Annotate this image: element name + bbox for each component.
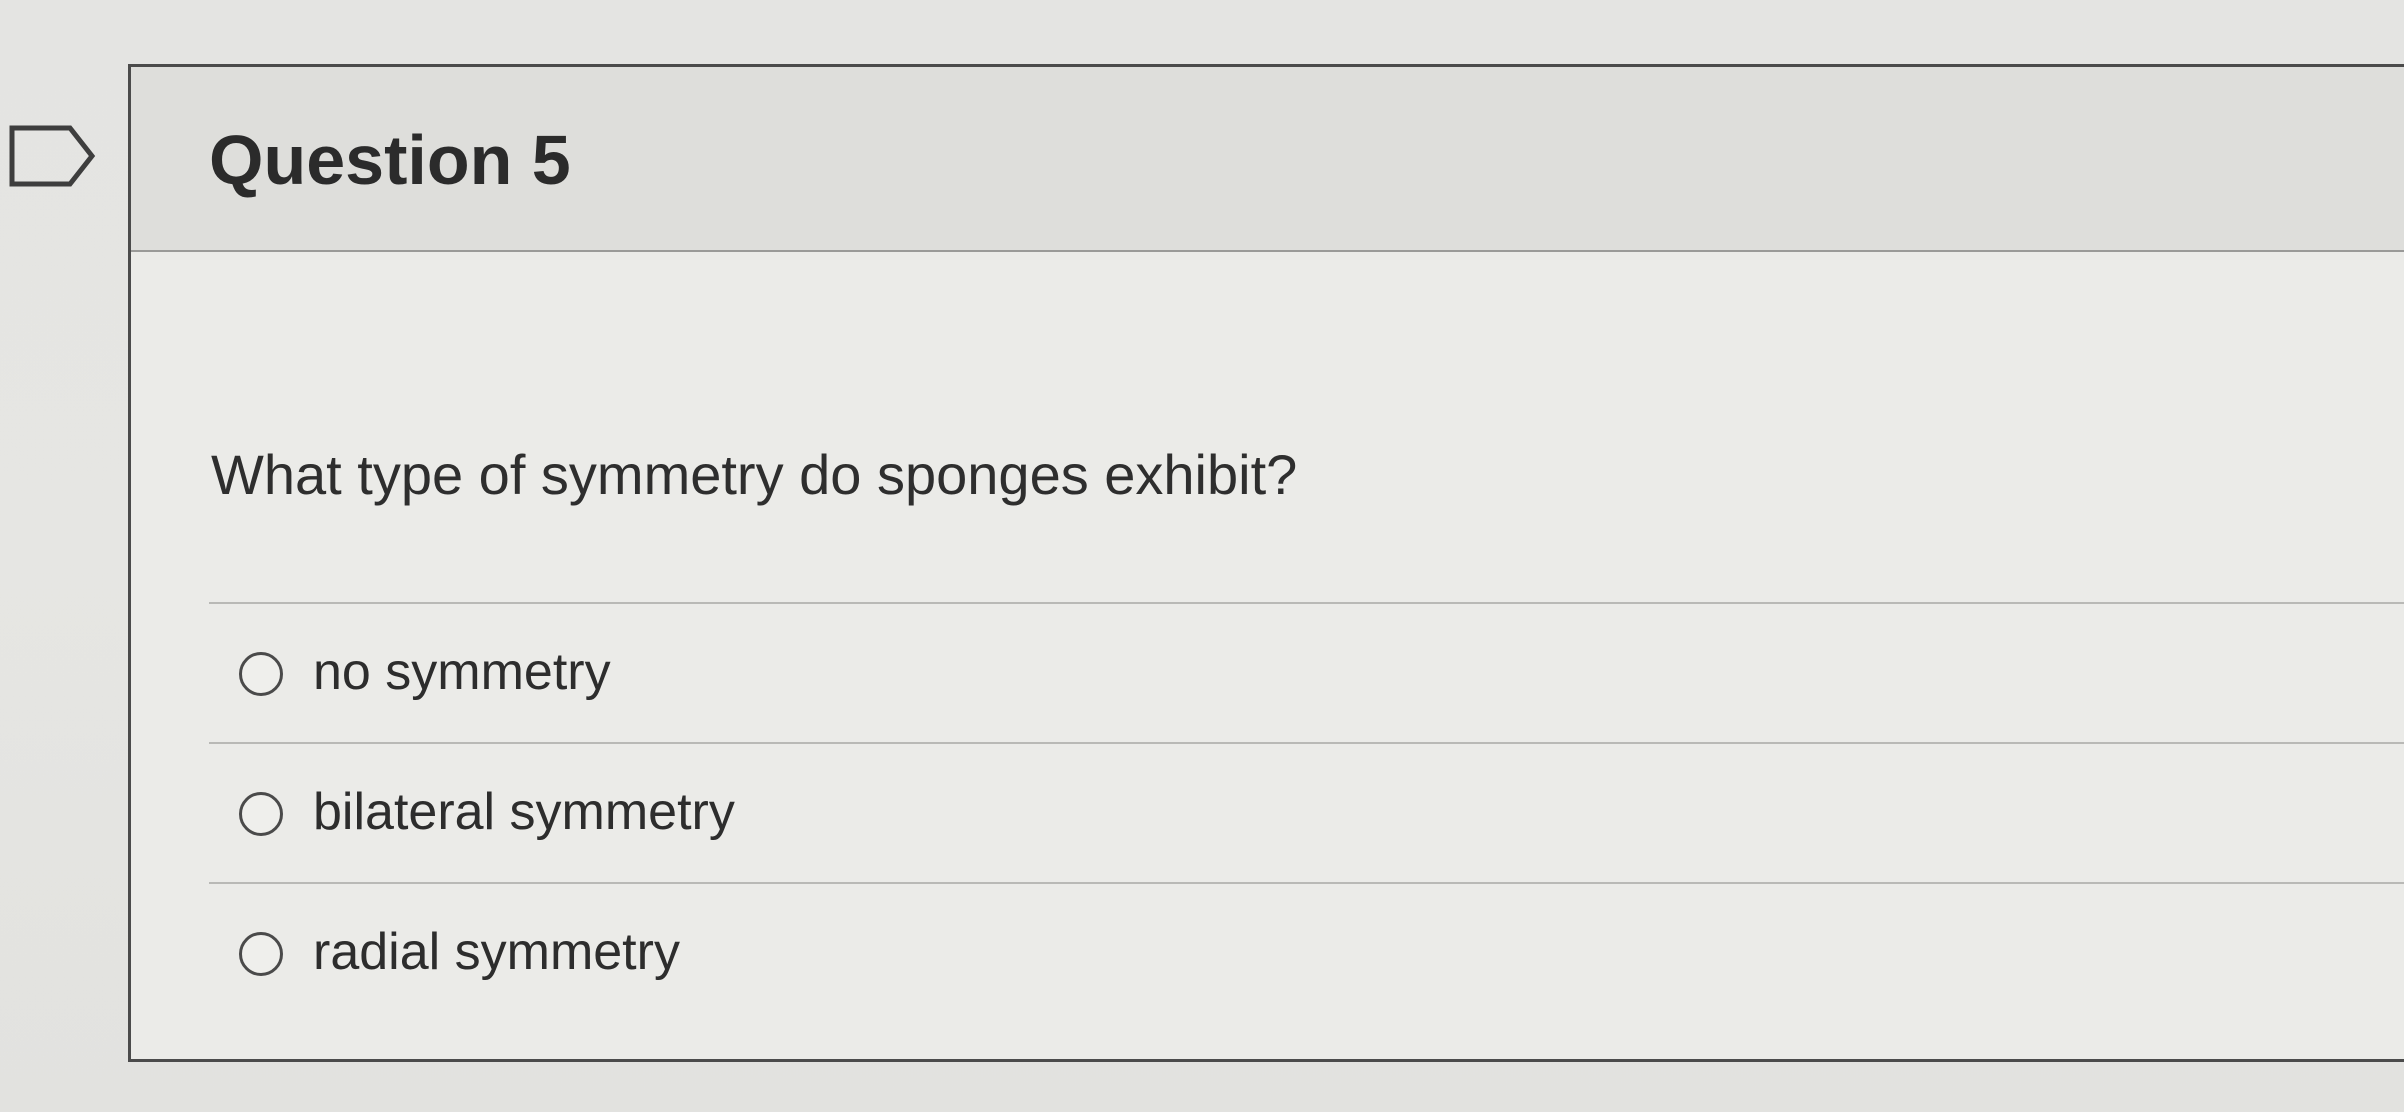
answer-list: no symmetry bilateral symmetry radial sy… bbox=[209, 602, 2404, 1024]
answer-option-radial-symmetry[interactable]: radial symmetry bbox=[209, 884, 2404, 1024]
answer-label[interactable]: radial symmetry bbox=[313, 923, 680, 981]
question-text: What type of symmetry do sponges exhibit… bbox=[211, 443, 1298, 506]
answer-option-no-symmetry[interactable]: no symmetry bbox=[209, 604, 2404, 744]
radio-button[interactable] bbox=[239, 652, 283, 696]
question-header: Question 5 bbox=[131, 67, 2404, 252]
radio-button[interactable] bbox=[239, 932, 283, 976]
radio-button[interactable] bbox=[239, 792, 283, 836]
bookmark-flag-icon bbox=[9, 125, 96, 187]
question-card: Question 5 What type of symmetry do spon… bbox=[128, 64, 2404, 1062]
answer-label[interactable]: no symmetry bbox=[313, 643, 611, 701]
answer-label[interactable]: bilateral symmetry bbox=[313, 783, 735, 841]
answer-option-bilateral-symmetry[interactable]: bilateral symmetry bbox=[209, 744, 2404, 884]
flag-question-icon[interactable] bbox=[8, 124, 98, 188]
question-body: What type of symmetry do sponges exhibit… bbox=[131, 252, 2404, 1062]
question-title: Question 5 bbox=[209, 121, 571, 199]
